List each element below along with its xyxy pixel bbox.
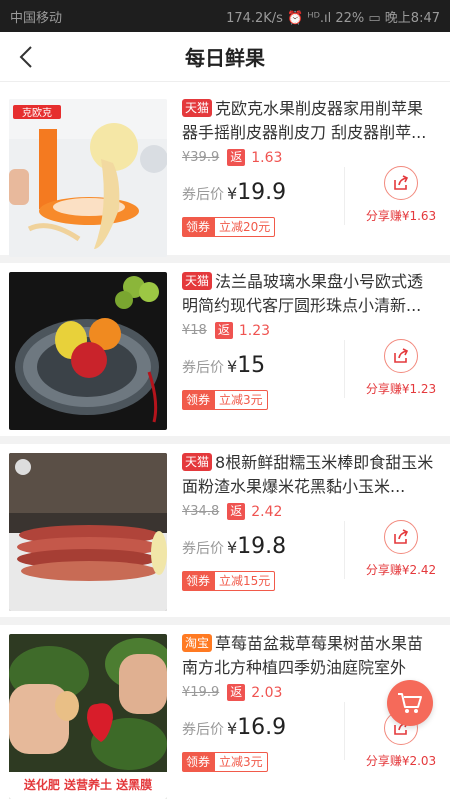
rebate-badge: 返 bbox=[214, 322, 233, 339]
price-label: 券后价 bbox=[182, 187, 224, 203]
share-icon bbox=[394, 175, 409, 190]
share-button[interactable]: 分享赚¥1.23 bbox=[365, 339, 437, 397]
divider bbox=[344, 702, 345, 760]
currency-symbol: ¥ bbox=[227, 357, 238, 376]
product-title[interactable]: 天猫 克欧克水果削皮器家用削苹果器手摇削皮器削皮刀 刮皮器削苹... bbox=[182, 97, 436, 145]
price-label: 券后价 bbox=[182, 722, 224, 738]
product-item[interactable]: 天猫 法兰晶玻璃水果盘小号欧式透明简约现代客厅圆形珠点小清新... ¥18 返 1… bbox=[0, 263, 450, 444]
rebate-badge: 返 bbox=[227, 684, 246, 701]
price-label: 券后价 bbox=[182, 360, 224, 376]
coupon-value: 立减15元 bbox=[214, 571, 276, 591]
share-earn-label: 分享赚¥2.03 bbox=[365, 754, 437, 768]
product-name: 法兰晶玻璃水果盘小号欧式透明简约现代客厅圆形珠点小清新... bbox=[182, 272, 424, 315]
product-image[interactable]: 克欧克 bbox=[9, 99, 167, 257]
product-item[interactable]: 送化肥 送营养土 送黑膜 淘宝 草莓苗盆栽草莓果树苗水果苗南方北方种植四季奶油庭院… bbox=[0, 625, 450, 800]
share-button[interactable]: 分享赚¥1.63 bbox=[365, 166, 437, 224]
original-price: ¥39.9 bbox=[182, 150, 220, 165]
coupon-value: 立减3元 bbox=[214, 752, 268, 772]
image-caption: 送化肥 送营养土 送黑膜 bbox=[23, 777, 152, 792]
rebate-badge: 返 bbox=[227, 503, 246, 520]
currency-symbol: ¥ bbox=[227, 184, 238, 203]
cart-button[interactable] bbox=[387, 680, 433, 726]
divider bbox=[344, 521, 345, 579]
price-orig-row: ¥39.9 返 1.63 bbox=[182, 149, 436, 166]
coupon-value: 立减20元 bbox=[214, 217, 276, 237]
rebate-badge: 返 bbox=[227, 149, 246, 166]
product-title[interactable]: 天猫 法兰晶玻璃水果盘小号欧式透明简约现代客厅圆形珠点小清新... bbox=[182, 270, 436, 318]
rebate-amount: 1.23 bbox=[238, 322, 271, 339]
divider bbox=[344, 340, 345, 398]
status-bar: 中国移动 174.2K/s ⏰ ᴴᴰ.ıl 22% ▭ 晚上8:47 bbox=[0, 0, 450, 32]
cart-icon bbox=[398, 693, 422, 713]
original-price: ¥18 bbox=[182, 323, 207, 338]
share-earn-label: 分享赚¥1.63 bbox=[365, 209, 437, 223]
shop-badge: 天猫 bbox=[182, 453, 213, 471]
rebate-amount: 2.42 bbox=[251, 503, 283, 520]
product-image[interactable] bbox=[9, 453, 167, 611]
final-price: 19.9 bbox=[237, 180, 287, 205]
share-earn-label: 分享赚¥1.23 bbox=[365, 382, 437, 396]
shop-badge: 淘宝 bbox=[182, 634, 213, 652]
currency-symbol: ¥ bbox=[227, 538, 238, 557]
product-item[interactable]: 天猫 8根新鲜甜糯玉米棒即食甜玉米面粉渣水果爆米花黑黏小玉米... ¥34.8 返… bbox=[0, 444, 450, 625]
product-image[interactable]: 送化肥 送营养土 送黑膜 bbox=[9, 634, 167, 799]
price-orig-row: ¥34.8 返 2.42 bbox=[182, 503, 436, 520]
product-list: 克欧克 天猫 克欧克水果削皮器家用削苹果器手摇削皮器削皮刀 刮皮器削苹... ¥3… bbox=[0, 82, 450, 800]
price-orig-row: ¥18 返 1.23 bbox=[182, 322, 436, 339]
shop-badge: 天猫 bbox=[182, 272, 213, 290]
product-title[interactable]: 天猫 8根新鲜甜糯玉米棒即食甜玉米面粉渣水果爆米花黑黏小玉米... bbox=[182, 451, 436, 499]
back-button[interactable] bbox=[10, 41, 42, 73]
final-price: 15 bbox=[237, 353, 266, 378]
final-price: 19.8 bbox=[237, 534, 287, 559]
coupon-tag: 领券 bbox=[182, 571, 215, 591]
coupon-value: 立减3元 bbox=[214, 390, 268, 410]
brand-logo-text: 克欧克 bbox=[22, 107, 52, 119]
share-circle bbox=[384, 166, 418, 200]
rebate-amount: 2.03 bbox=[251, 684, 283, 701]
share-circle bbox=[384, 339, 418, 373]
share-button[interactable]: 分享赚¥2.42 bbox=[365, 520, 437, 578]
price-label: 券后价 bbox=[182, 541, 224, 557]
share-circle bbox=[384, 520, 418, 554]
carrier-label: 中国移动 bbox=[10, 10, 63, 26]
status-right: 174.2K/s ⏰ ᴴᴰ.ıl 22% ▭ 晚上8:47 bbox=[226, 10, 440, 26]
coupon-tag: 领券 bbox=[182, 752, 215, 772]
back-arrow-icon bbox=[19, 46, 32, 68]
share-icon bbox=[394, 529, 409, 544]
share-earn-label: 分享赚¥2.42 bbox=[365, 563, 437, 577]
final-price: 16.9 bbox=[237, 715, 287, 740]
original-price: ¥19.9 bbox=[182, 685, 220, 700]
product-item[interactable]: 克欧克 天猫 克欧克水果削皮器家用削苹果器手摇削皮器削皮刀 刮皮器削苹... ¥3… bbox=[0, 82, 450, 263]
product-name: 8根新鲜甜糯玉米棒即食甜玉米面粉渣水果爆米花黑黏小玉米... bbox=[182, 453, 434, 496]
header: 每日鲜果 bbox=[0, 32, 450, 82]
shop-badge: 天猫 bbox=[182, 99, 213, 117]
page-title: 每日鲜果 bbox=[185, 46, 265, 70]
product-title[interactable]: 淘宝 草莓苗盆栽草莓果树苗水果苗南方北方种植四季奶油庭院室外 bbox=[182, 632, 436, 680]
share-icon bbox=[394, 348, 409, 363]
original-price: ¥34.8 bbox=[182, 504, 220, 519]
divider bbox=[344, 167, 345, 225]
rebate-amount: 1.63 bbox=[251, 149, 283, 166]
product-image[interactable] bbox=[9, 272, 167, 430]
coupon-tag: 领券 bbox=[182, 390, 215, 410]
currency-symbol: ¥ bbox=[227, 719, 238, 738]
product-name: 克欧克水果削皮器家用削苹果器手摇削皮器削皮刀 刮皮器削苹... bbox=[182, 99, 427, 142]
product-name: 草莓苗盆栽草莓果树苗水果苗南方北方种植四季奶油庭院室外 bbox=[182, 634, 424, 677]
coupon-tag: 领券 bbox=[182, 217, 215, 237]
